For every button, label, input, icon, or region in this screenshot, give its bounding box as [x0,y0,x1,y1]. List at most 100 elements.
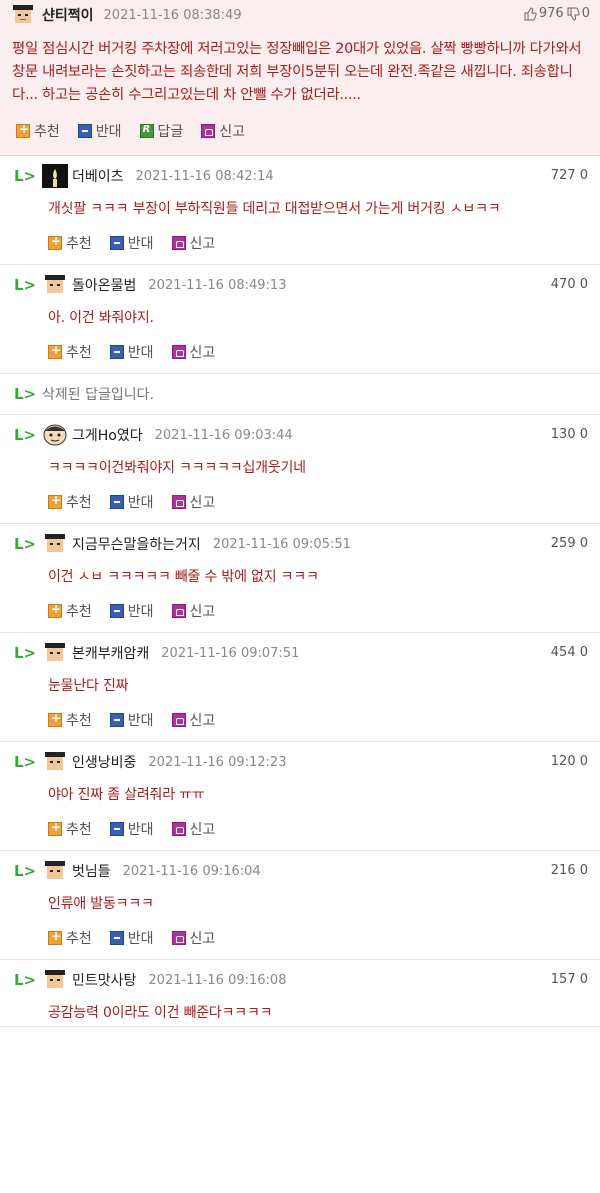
oppose-button[interactable]: 반대 [109,233,154,253]
report-button[interactable]: 신고 [171,492,215,512]
report-button[interactable]: 신고 [171,601,215,621]
recommend-button[interactable]: 추천 [16,121,60,141]
avatar-icon [45,970,65,988]
oppose-button[interactable]: 반대 [77,121,122,141]
recommend-button[interactable]: 추천 [48,710,92,730]
oppose-button[interactable]: 반대 [109,710,154,730]
deleted-reply: L> 삭제된 답글입니다. [0,374,600,415]
oppose-button[interactable]: 반대 [109,492,154,512]
comment-actions: 추천 반대 신고 [0,917,600,959]
report-button[interactable]: 신고 [201,121,245,141]
comment-text: 공감능력 0이라도 이건 빼준다ㅋㅋㅋㅋ [48,1005,273,1021]
oppose-button[interactable]: 반대 [109,928,154,948]
recommend-icon [48,929,62,945]
recommend-icon [16,122,30,138]
oppose-icon [109,236,124,250]
comment-header: L> 그게Ho였다 2021-11-16 09:03:44 130 0 [0,415,600,455]
recommend-icon [48,343,62,359]
comment-nickname[interactable]: 인생낭비중 [72,752,136,772]
recommend-icon [48,602,62,618]
comment-nickname[interactable]: 벗님들 [72,861,111,881]
reply-button[interactable]: 답글 [139,121,183,141]
reply-icon [139,124,154,138]
comment-actions: 추천 반대 신고 [0,808,600,850]
recommend-button[interactable]: 추천 [48,342,92,362]
comment-text: ㅋㅋㅋㅋ이건봐줘야지 ㅋㅋㅋㅋㅋ십개웃기네 [48,460,306,476]
comment-date: 2021-11-16 09:05:51 [212,536,351,552]
oppose-icon [109,713,124,727]
comment-text: 개싯팔 ㅋㅋㅋ 부장이 부하직원들 데리고 대접받으면서 가는게 버거킹 ㅅㅂㅋ… [48,201,501,217]
report-button[interactable]: 신고 [171,233,215,253]
comment-header: L> 민트맛사탕 2021-11-16 09:16:08 157 0 [0,960,600,1000]
post-text: 평일 점심시간 버거킹 주차장에 저러고있는 정장빼입은 20대가 있었음. 살… [12,41,582,103]
comment-nickname[interactable]: 본캐부캐암캐 [72,643,149,663]
comment-item: L> 벗님들 2021-11-16 09:16:04 216 0 인류애 발동ㅋ… [0,851,600,960]
comment-date: 2021-11-16 09:03:44 [154,427,293,443]
comment-header: L> 인생낭비중 2021-11-16 09:12:23 120 0 [0,742,600,782]
reply-arrow-icon: L> [14,535,37,553]
comment-nickname[interactable]: 돌아온물범 [72,275,136,295]
main-post: 샨티쩍이 2021-11-16 08:38:49 976 0 평일 점심시간 버… [0,0,600,156]
oppose-button[interactable]: 반대 [109,819,154,839]
comment-nickname[interactable]: 그게Ho였다 [72,425,143,445]
deleted-reply-text: 삭제된 답글입니다. [42,387,154,403]
report-button[interactable]: 신고 [171,710,215,730]
oppose-button[interactable]: 반대 [109,601,154,621]
comment-nickname[interactable]: 지금무슨말을하는거지 [72,534,201,554]
report-icon [201,124,216,138]
cartoon-face-avatar-icon [43,424,67,446]
author-nickname[interactable]: 샨티쩍이 [42,5,94,25]
comment-nickname[interactable]: 더베이츠 [72,166,124,186]
comment-votes: 157 0 [550,972,588,987]
report-icon [171,931,186,945]
comment-votes: 470 0 [550,277,588,292]
reply-arrow-icon: L> [14,753,37,771]
comment-date: 2021-11-16 08:49:13 [148,277,287,293]
comment-header: L> 지금무슨말을하는거지 2021-11-16 09:05:51 259 0 [0,524,600,564]
oppose-icon [109,604,124,618]
report-icon [171,604,186,618]
comment-actions: 추천 반대 신고 [0,590,600,632]
comment-nickname[interactable]: 민트맛사탕 [72,970,136,990]
recommend-button[interactable]: 추천 [48,601,92,621]
comment-item: L> 지금무슨말을하는거지 2021-11-16 09:05:51 259 0 … [0,524,600,633]
comment-header: L> 본캐부캐암캐 2021-11-16 09:07:51 454 0 [0,633,600,673]
report-button[interactable]: 신고 [171,342,215,362]
recommend-icon [48,234,62,250]
comment-actions: 추천 반대 신고 [0,481,600,523]
comment-votes: 727 0 [550,168,588,183]
comment-item: L> 그게Ho였다 2021-11-16 09:03:44 130 0 ㅋㅋㅋㅋ… [0,415,600,524]
comment-date: 2021-11-16 08:42:14 [135,168,274,184]
comment-date: 2021-11-16 09:12:23 [148,754,287,770]
report-icon [171,236,186,250]
comment-votes: 454 0 [550,645,588,660]
comment-date: 2021-11-16 09:16:04 [122,863,261,879]
comment-item: L> 본캐부캐암캐 2021-11-16 09:07:51 454 0 눈물난다… [0,633,600,742]
avatar-icon [45,275,65,293]
comment-votes: 259 0 [550,536,588,551]
report-button[interactable]: 신고 [171,819,215,839]
comment-actions: 추천 반대 신고 [0,222,600,264]
comment-text: 야아 진짜 좀 살려줘라 ㅠㅠ [48,787,205,803]
reply-arrow-icon: L> [14,971,37,989]
oppose-button[interactable]: 반대 [109,342,154,362]
comment-date: 2021-11-16 09:16:08 [148,972,287,988]
recommend-button[interactable]: 추천 [48,233,92,253]
comment-header: L> 벗님들 2021-11-16 09:16:04 216 0 [0,851,600,891]
comment-text: 이건 ㅅㅂ ㅋㅋㅋㅋㅋ 빼줄 수 밖에 없지 ㅋㅋㅋ [48,569,319,585]
up-count: 976 [538,6,564,21]
post-date: 2021-11-16 08:38:49 [103,7,242,23]
comment-votes: 120 0 [550,754,588,769]
comment-text: 눈물난다 진짜 [48,678,129,694]
comment-list: L> 더베이츠 2021-11-16 08:42:14 727 0 개싯팔 ㅋㅋ… [0,156,600,1027]
thumbs-down-icon [567,7,580,21]
comment-text: 아. 이건 봐줘야지. [48,310,154,326]
comment-actions: 추천 반대 신고 [0,699,600,741]
comment-actions: 추천 반대 신고 [0,331,600,373]
reply-arrow-icon: L> [14,426,37,444]
report-button[interactable]: 신고 [171,928,215,948]
recommend-button[interactable]: 추천 [48,928,92,948]
recommend-button[interactable]: 추천 [48,819,92,839]
oppose-icon [109,931,124,945]
recommend-button[interactable]: 추천 [48,492,92,512]
